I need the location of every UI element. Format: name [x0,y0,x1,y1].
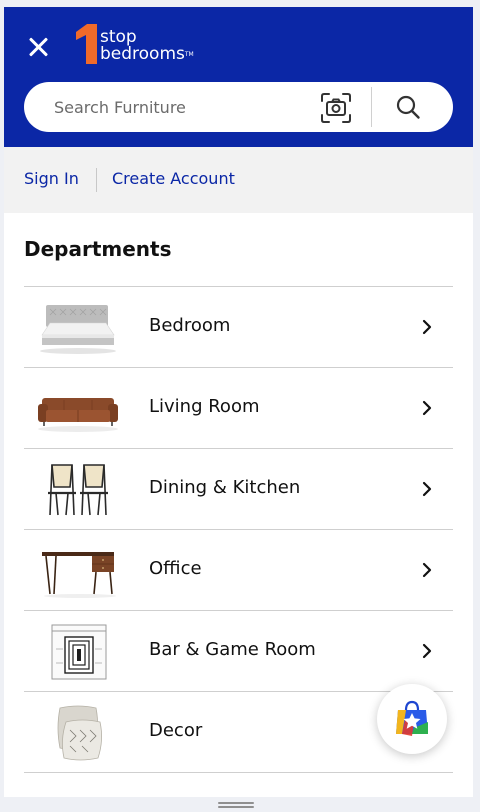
logo-wordmark: stop bedroomsTM [100,29,194,63]
logo-bedrooms-text: bedrooms [100,44,185,64]
department-label: Decor [149,720,203,741]
department-label: Dining & Kitchen [149,477,301,498]
search-divider [371,87,372,127]
chevron-right-icon [422,643,432,659]
department-label: Living Room [149,396,260,417]
create-account-link[interactable]: Create Account [112,169,235,188]
department-item-office[interactable]: Office [24,530,453,611]
shopping-bag-fab[interactable] [377,684,447,754]
close-icon[interactable] [24,33,52,61]
chevron-right-icon [422,562,432,578]
account-divider [96,168,97,192]
camera-search-icon[interactable] [320,92,352,124]
sign-in-link[interactable]: Sign In [24,169,79,188]
logo-line-bedrooms: bedroomsTM [100,46,194,63]
brand-logo[interactable]: stop bedroomsTM [73,21,213,65]
shopping-bag-star-icon [396,700,428,736]
bed-image [40,305,116,354]
department-item-living-room[interactable]: Living Room [24,368,453,449]
mobile-menu-panel: stop bedroomsTM Search Furniture Sign In… [4,7,473,797]
department-label: Office [149,558,202,579]
chevron-right-icon [422,319,432,335]
drag-handle-line [218,802,254,804]
drag-handle-line [218,806,254,808]
pillows-image [57,705,102,761]
search-bar [24,82,453,132]
chevron-right-icon [422,481,432,497]
department-item-bedroom[interactable]: Bedroom [24,287,453,368]
search-input[interactable] [54,96,304,118]
header: stop bedroomsTM [4,7,473,147]
department-label: Bedroom [149,315,231,336]
chevron-right-icon [422,400,432,416]
logo-trademark: TM [184,51,194,58]
departments-heading: Departments [24,237,172,261]
department-label: Bar & Game Room [149,639,316,660]
sofa-image [38,398,118,432]
account-bar: Sign In Create Account [4,147,473,213]
drag-handle[interactable] [218,802,254,808]
desk-image [42,552,116,598]
logo-one-mark [76,24,97,64]
dining-chairs-image [48,464,108,516]
department-item-dining-kitchen[interactable]: Dining & Kitchen [24,449,453,530]
search-icon[interactable] [395,94,421,120]
bar-cabinet-image [51,624,107,680]
department-item-bar-game-room[interactable]: Bar & Game Room [24,611,453,692]
